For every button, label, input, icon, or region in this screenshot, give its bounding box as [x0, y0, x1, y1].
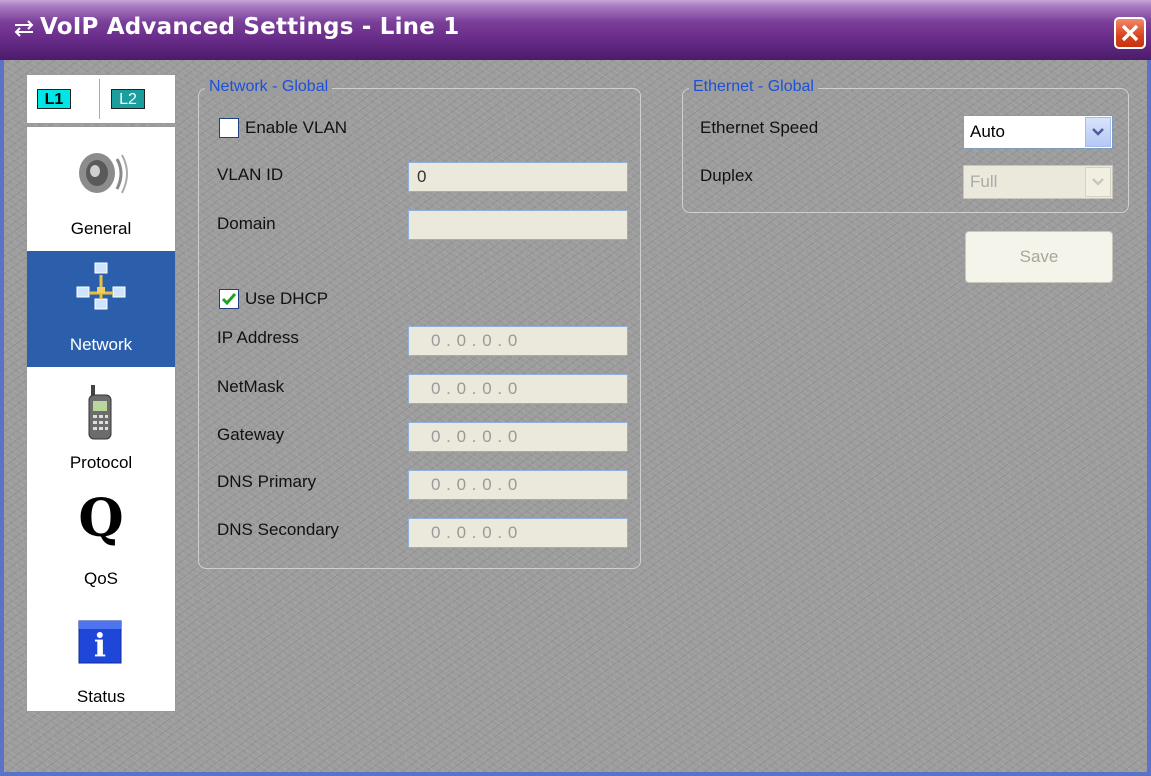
- sidebar-item-qos[interactable]: Q QoS: [27, 483, 175, 599]
- network-icon: [76, 262, 126, 310]
- sidebar-item-protocol[interactable]: Protocol: [27, 367, 175, 483]
- svg-text:i: i: [94, 626, 106, 664]
- ethernet-speed-value: Auto: [970, 122, 1005, 141]
- line-tab-l2[interactable]: L2: [111, 89, 145, 109]
- vlan-id-field[interactable]: 0: [408, 162, 628, 192]
- duplex-value: Full: [970, 172, 998, 191]
- speaker-icon: [79, 153, 128, 194]
- sidebar-item-label: Network: [69, 335, 133, 354]
- vlan-id-label: VLAN ID: [217, 165, 284, 184]
- dns-secondary-label: DNS Secondary: [217, 520, 339, 539]
- sidebar: General Network Protocol Q QoS i Status: [26, 126, 176, 712]
- dns-secondary-field[interactable]: 0 . 0 . 0 . 0: [408, 518, 628, 548]
- phone-icon: [88, 385, 112, 440]
- chevron-down-icon: [1085, 167, 1111, 197]
- info-icon: i: [78, 620, 122, 664]
- window-title: VoIP Advanced Settings - Line 1: [40, 14, 460, 40]
- gateway-field[interactable]: 0 . 0 . 0 . 0: [408, 422, 628, 452]
- checkmark-icon: [221, 293, 237, 306]
- voip-advanced-settings-window: VoIP Advanced Settings - Line 1 L1 L2 Ge…: [0, 0, 1151, 776]
- enable-vlan-label: Enable VLAN: [245, 118, 348, 137]
- ethernet-speed-label: Ethernet Speed: [700, 118, 819, 137]
- sidebar-item-label: Protocol: [69, 453, 133, 472]
- sidebar-item-label: QoS: [83, 569, 119, 588]
- chevron-down-icon[interactable]: [1085, 117, 1111, 147]
- duplex-label: Duplex: [700, 166, 753, 185]
- gateway-label: Gateway: [217, 425, 285, 444]
- sidebar-item-status[interactable]: i Status: [27, 599, 175, 715]
- line-tab-divider: [99, 79, 100, 119]
- dns-primary-field[interactable]: 0 . 0 . 0 . 0: [408, 470, 628, 500]
- sidebar-item-label: General: [70, 219, 132, 238]
- netmask-field[interactable]: 0 . 0 . 0 . 0: [408, 374, 628, 404]
- ip-address-label: IP Address: [217, 328, 299, 347]
- sidebar-item-general[interactable]: General: [27, 127, 175, 243]
- domain-field[interactable]: [408, 210, 628, 240]
- close-icon: [1121, 24, 1139, 42]
- group-title: Network - Global: [205, 78, 333, 96]
- swap-arrows-icon: [14, 20, 34, 37]
- group-title: Ethernet - Global: [689, 78, 818, 96]
- save-button[interactable]: Save: [965, 231, 1113, 283]
- ip-address-field[interactable]: 0 . 0 . 0 . 0: [408, 326, 628, 356]
- line-selector: L1 L2: [26, 74, 176, 124]
- duplex-select[interactable]: Full: [963, 165, 1113, 199]
- dns-primary-label: DNS Primary: [217, 472, 317, 491]
- domain-label: Domain: [217, 214, 276, 233]
- netmask-label: NetMask: [217, 377, 285, 396]
- use-dhcp-checkbox[interactable]: [219, 289, 239, 309]
- enable-vlan-checkbox[interactable]: [219, 118, 239, 138]
- line-tab-l1[interactable]: L1: [37, 89, 71, 109]
- ethernet-speed-select[interactable]: Auto: [963, 115, 1113, 149]
- qos-icon: Q: [78, 488, 124, 549]
- sidebar-item-label: Status: [76, 687, 126, 706]
- close-button[interactable]: [1114, 17, 1146, 49]
- title-bar[interactable]: VoIP Advanced Settings - Line 1: [0, 0, 1151, 60]
- sidebar-item-network[interactable]: Network: [27, 251, 175, 367]
- use-dhcp-label: Use DHCP: [245, 289, 329, 308]
